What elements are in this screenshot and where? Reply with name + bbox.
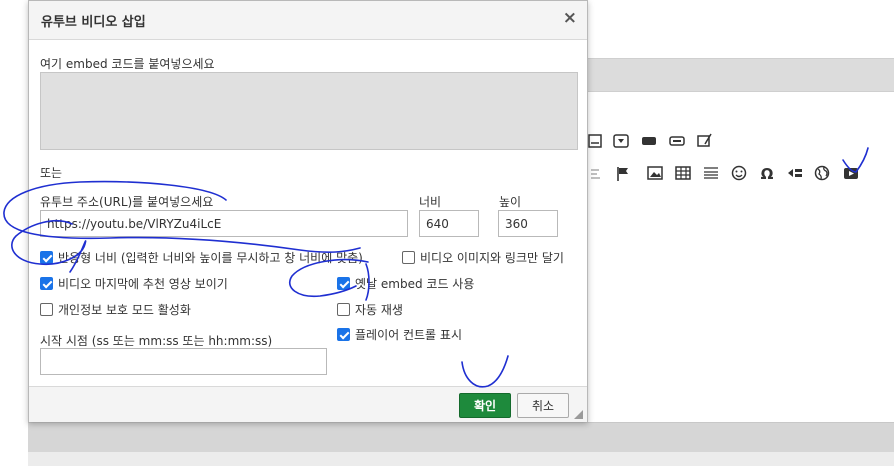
privacy-mode-checkbox[interactable] [40,303,53,316]
special-character-icon[interactable]: Ω [758,166,776,182]
url-label: 유투브 주소(URL)를 붙여넣으세요 [40,195,214,209]
dialog-footer: 확인 취소 [29,386,587,422]
smiley-icon[interactable] [730,165,748,184]
or-label: 또는 [40,166,63,180]
embed-code-textarea[interactable] [40,72,578,150]
autoplay-checkbox[interactable] [337,303,350,316]
close-icon[interactable]: × [563,8,577,28]
show-controls-label: 플레이어 컨트롤 표시 [355,328,462,342]
show-related-videos-option[interactable]: 비디오 마지막에 추천 영상 보이기 [40,275,228,292]
select-form-icon[interactable] [612,134,630,151]
resize-grip-icon[interactable] [574,410,583,419]
show-related-videos-checkbox[interactable] [40,277,53,290]
autoplay-option[interactable]: 자동 재생 [337,301,403,318]
page-break-icon[interactable] [786,166,804,183]
old-embed-code-label: 옛날 embed 코드 사용 [355,277,475,291]
autoplay-label: 자동 재생 [355,303,403,317]
cancel-button[interactable]: 취소 [517,393,569,418]
old-embed-code-option[interactable]: 옛날 embed 코드 사용 [337,275,474,292]
height-label: 높이 [499,195,522,209]
editor-top-area [588,0,894,58]
embed-code-label: 여기 embed 코드를 붙여넣으세요 [40,57,215,71]
horizontal-line-icon[interactable] [702,166,720,183]
responsive-width-option[interactable]: 반응형 너비 (입력한 너비와 높이를 무시하고 창 너비에 맞춤) [40,249,363,266]
youtube-icon[interactable] [842,166,860,183]
image-link-only-label: 비디오 이미지와 링크만 달기 [420,251,564,265]
responsive-width-checkbox[interactable] [40,251,53,264]
image-link-only-checkbox[interactable] [402,251,415,264]
dialog-title: 유투브 비디오 삽입 [41,15,146,30]
ok-button[interactable]: 확인 [459,393,511,418]
show-related-videos-label: 비디오 마지막에 추천 영상 보이기 [58,277,228,291]
start-time-input[interactable] [40,348,327,375]
hidden-field-icon[interactable] [696,132,714,151]
dialog-header: 유투브 비디오 삽입 × [29,1,587,40]
image-icon[interactable] [646,166,664,183]
checkbox-form-icon[interactable] [586,134,604,151]
table-icon[interactable] [674,166,692,183]
youtube-insert-dialog: 유투브 비디오 삽입 × 여기 embed 코드를 붙여넣으세요 또는 유투브 … [28,0,588,422]
height-input[interactable] [498,210,558,237]
responsive-width-label: 반응형 너비 (입력한 너비와 높이를 무시하고 창 너비에 맞춤) [58,251,363,265]
page-left-strip [0,0,28,466]
old-embed-code-checkbox[interactable] [337,277,350,290]
privacy-mode-option[interactable]: 개인정보 보호 모드 활성화 [40,301,191,318]
show-controls-checkbox[interactable] [337,328,350,341]
start-time-label: 시작 시점 (ss 또는 mm:ss 또는 hh:mm:ss) [40,334,273,348]
button-form-icon[interactable] [640,134,658,151]
text-direction-icon[interactable] [588,166,606,183]
globe-icon[interactable] [813,165,831,184]
width-label: 너비 [419,195,442,209]
flag-icon[interactable] [614,166,632,185]
editor-status-strip [28,452,894,466]
editor-bottom-band [28,422,894,453]
show-controls-option[interactable]: 플레이어 컨트롤 표시 [337,326,462,343]
width-input[interactable] [419,210,479,237]
image-link-only-option[interactable]: 비디오 이미지와 링크만 달기 [402,249,564,266]
image-button-icon[interactable] [668,134,686,151]
privacy-mode-label: 개인정보 보호 모드 활성화 [58,303,191,317]
url-input[interactable] [40,210,408,237]
